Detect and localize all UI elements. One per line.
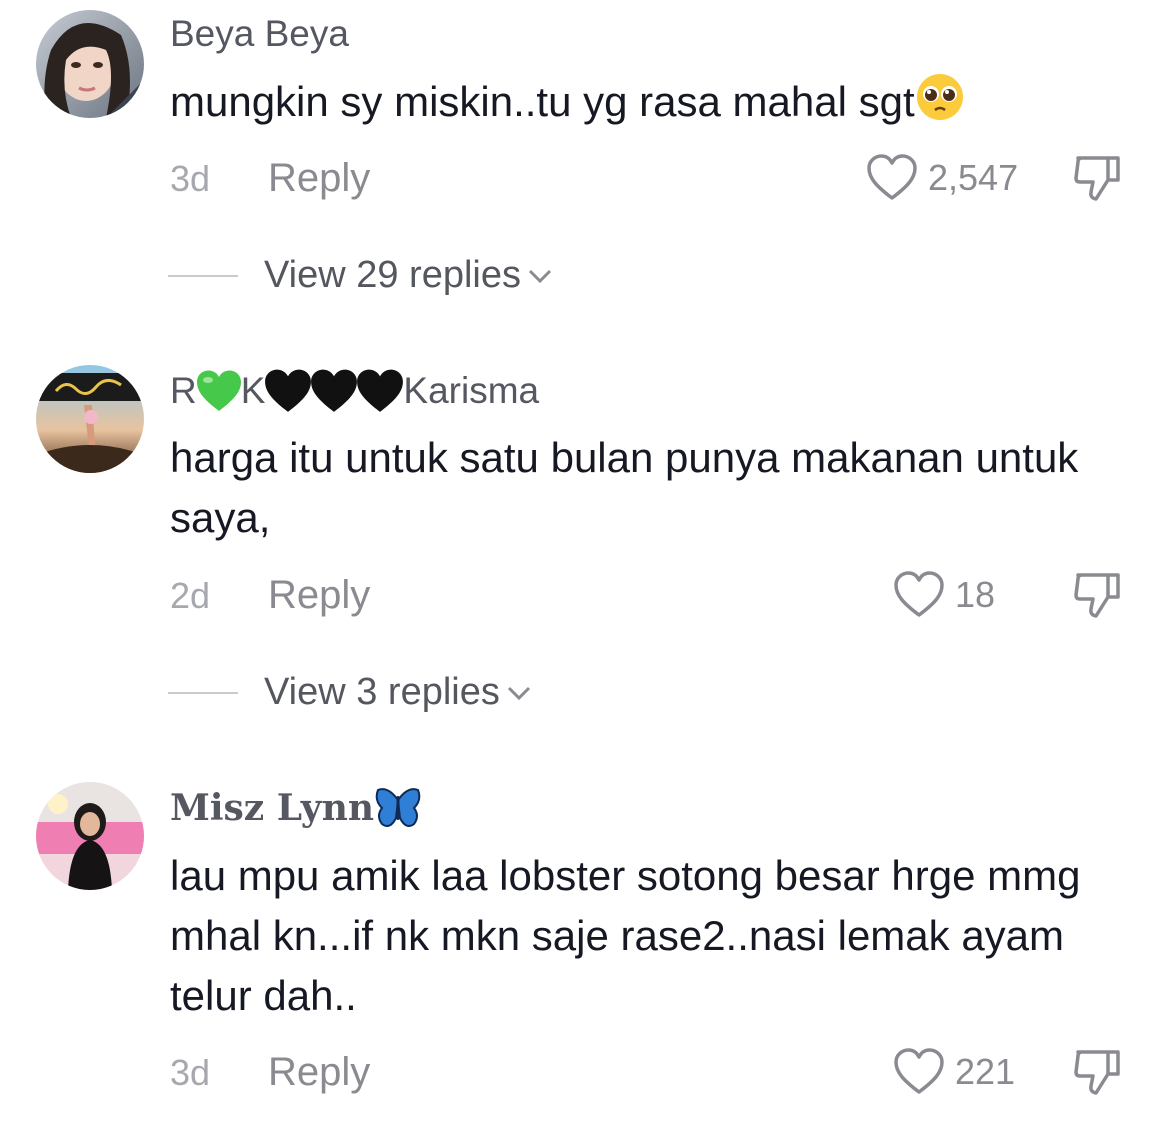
username-label: Misz Lynn xyxy=(170,787,375,829)
comment-username[interactable]: R K Karisma xyxy=(170,368,539,414)
butterfly-emoji xyxy=(375,788,421,827)
divider-line xyxy=(168,274,238,277)
view-replies-button[interactable]: View 29 replies xyxy=(168,254,553,297)
thumbs-down-icon[interactable] xyxy=(1072,152,1124,204)
like-button[interactable]: 2,547 xyxy=(866,154,1018,202)
black-heart-emoji xyxy=(265,369,312,412)
comment-time: 2d xyxy=(170,575,211,616)
view-replies-button[interactable]: View 3 replies xyxy=(168,671,532,714)
view-replies-label: View 3 replies xyxy=(264,671,500,713)
heart-outline-icon xyxy=(894,571,944,617)
like-count: 221 xyxy=(955,1051,1016,1092)
divider-line xyxy=(168,691,238,694)
pleading-face-emoji xyxy=(915,72,965,138)
username-part: Karisma xyxy=(403,370,540,411)
avatar[interactable] xyxy=(36,365,144,473)
thumbs-down-icon[interactable] xyxy=(1072,1046,1124,1098)
black-heart-emoji xyxy=(311,369,358,412)
chevron-down-icon xyxy=(528,269,552,283)
thumbs-down-icon[interactable] xyxy=(1072,569,1124,621)
green-heart-emoji xyxy=(196,370,241,411)
username-part: R xyxy=(170,370,197,411)
chevron-down-icon xyxy=(507,686,530,700)
like-count: 18 xyxy=(955,574,996,615)
comment-text: lau mpu amik laa lobster sotong besar hr… xyxy=(170,852,1081,1019)
like-count: 2,547 xyxy=(928,157,1019,198)
comment-username[interactable]: Beya Beya xyxy=(170,12,349,56)
comment-time: 3d xyxy=(170,1052,211,1093)
black-heart-emoji xyxy=(357,369,404,412)
comment-text-body: mungkin sy miskin..tu yg rasa mahal sgt xyxy=(170,78,915,126)
username-part: K xyxy=(240,370,266,411)
comment-text: mungkin sy miskin..tu yg rasa mahal sgt xyxy=(170,72,1130,138)
view-replies-label: View 29 replies xyxy=(264,254,522,296)
heart-outline-icon xyxy=(894,1048,944,1094)
heart-outline-icon xyxy=(867,154,917,200)
reply-button[interactable]: Reply xyxy=(268,156,370,201)
like-button[interactable]: 221 xyxy=(893,1048,1015,1096)
reply-button[interactable]: Reply xyxy=(268,1050,370,1095)
like-button[interactable]: 18 xyxy=(893,571,995,619)
avatar[interactable] xyxy=(36,782,144,890)
comment-text: harga itu untuk satu bulan punya makanan… xyxy=(170,434,1079,541)
reply-button[interactable]: Reply xyxy=(268,573,370,618)
avatar[interactable] xyxy=(36,10,144,118)
comment-time: 3d xyxy=(170,158,211,199)
comment-username[interactable]: Misz Lynn xyxy=(170,786,422,830)
